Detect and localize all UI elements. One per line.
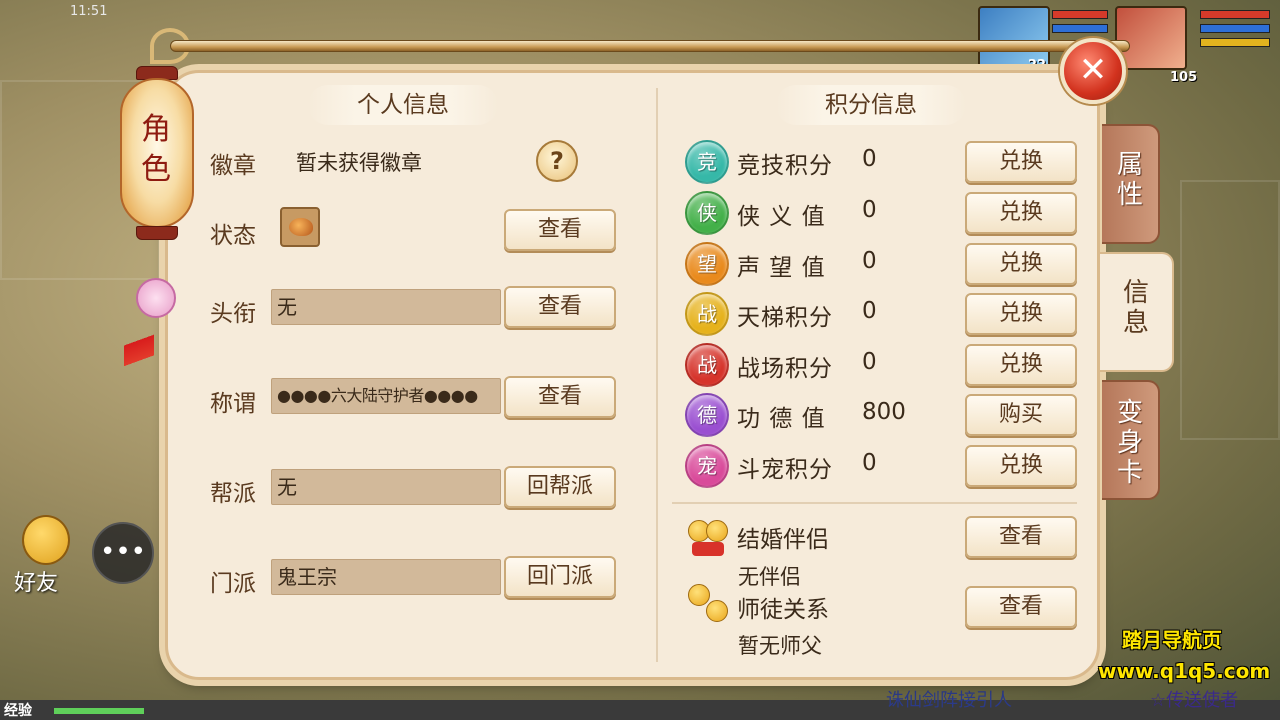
score-label: 斗宠积分 xyxy=(737,457,833,483)
state-label: 状态 xyxy=(210,223,256,249)
score-badge-icon: 竞 xyxy=(685,140,729,184)
appellation-label: 称谓 xyxy=(210,391,256,417)
marriage-icon xyxy=(686,516,730,560)
title-field: 无 xyxy=(271,289,501,325)
guild-label: 帮派 xyxy=(210,481,256,507)
score-label: 天梯积分 xyxy=(737,305,833,331)
pet-hp-bar xyxy=(1200,10,1270,19)
score-exchange-button[interactable]: 兑换 xyxy=(965,192,1077,234)
tab-info-label: 信息 xyxy=(1123,278,1150,338)
score-value: 0 xyxy=(862,146,877,172)
return-sect-button[interactable]: 回门派 xyxy=(504,556,616,598)
sect-field: 鬼王宗 xyxy=(271,559,501,595)
tab-attributes-label: 属性 xyxy=(1117,150,1144,210)
score-label: 竞技积分 xyxy=(737,153,833,179)
player-mp-bar xyxy=(1052,24,1108,33)
background-tile xyxy=(1180,180,1280,440)
sect-label: 门派 xyxy=(210,571,256,597)
state-view-button[interactable]: 查看 xyxy=(504,209,616,251)
mentor-value: 暂无师父 xyxy=(738,634,822,658)
mentor-icon xyxy=(686,582,730,626)
score-exchange-button[interactable]: 兑换 xyxy=(965,344,1077,386)
lantern-title-text: 角色 xyxy=(141,112,171,187)
score-badge-icon: 望 xyxy=(685,242,729,286)
exp-label: 经验 xyxy=(4,703,32,719)
food-buff-icon[interactable] xyxy=(280,207,320,247)
pet-level: 105 xyxy=(1170,70,1198,85)
close-button[interactable]: ✕ xyxy=(1060,38,1126,104)
panel-divider xyxy=(656,88,658,662)
title-label: 头衔 xyxy=(210,301,256,327)
scene-npc-label-right: ☆传送使者 xyxy=(1150,690,1239,711)
score-badge-icon: 德 xyxy=(685,393,729,437)
friend-icon xyxy=(22,515,70,565)
badge-help-button[interactable]: ? xyxy=(536,140,578,182)
decorative-rod xyxy=(170,40,1130,52)
score-label: 战场积分 xyxy=(737,356,833,382)
marriage-label: 结婚伴侣 xyxy=(737,527,829,553)
exp-bar-fill xyxy=(54,708,144,714)
tab-info[interactable]: 信息 xyxy=(1100,252,1174,372)
personal-info-header: 个人信息 xyxy=(308,85,498,125)
badge-label: 徽章 xyxy=(210,153,256,179)
charm-ornament xyxy=(136,278,176,318)
return-guild-button[interactable]: 回帮派 xyxy=(504,466,616,508)
pet-mp-bar xyxy=(1200,24,1270,33)
exp-bar xyxy=(0,700,1280,720)
score-value: 0 xyxy=(862,450,877,476)
pet-exp-bar xyxy=(1200,38,1270,47)
score-value: 800 xyxy=(862,399,906,425)
score-label: 侠 义 值 xyxy=(737,204,826,230)
chat-button[interactable]: ••• xyxy=(92,522,154,584)
lantern-title: 角色 xyxy=(118,66,196,246)
score-label: 声 望 值 xyxy=(737,255,826,281)
score-exchange-button[interactable]: 购买 xyxy=(965,394,1077,436)
pet-portrait[interactable] xyxy=(1115,6,1187,70)
friend-label: 好友 xyxy=(14,571,59,596)
tassel-ornament xyxy=(124,318,154,376)
tab-transform-card-label: 变身卡 xyxy=(1117,398,1144,488)
score-badge-icon: 战 xyxy=(685,292,729,336)
marriage-value: 无伴侣 xyxy=(738,565,801,589)
status-bar-time: 11:51 xyxy=(70,4,108,19)
watermark-url: www.q1q5.com xyxy=(1098,659,1271,683)
score-badge-icon: 战 xyxy=(685,343,729,387)
player-hp-bar xyxy=(1052,10,1108,19)
appellation-view-button[interactable]: 查看 xyxy=(504,376,616,418)
friend-button[interactable]: 好友 xyxy=(8,515,80,596)
score-value: 0 xyxy=(862,197,877,223)
scene-npc-label: 诛仙剑阵接引人 xyxy=(886,690,1012,711)
score-label: 功 德 值 xyxy=(737,406,826,432)
score-badge-icon: 侠 xyxy=(685,191,729,235)
marriage-view-button[interactable]: 查看 xyxy=(965,516,1077,558)
title-view-button[interactable]: 查看 xyxy=(504,286,616,328)
score-value: 0 xyxy=(862,349,877,375)
score-exchange-button[interactable]: 兑换 xyxy=(965,141,1077,183)
guild-field: 无 xyxy=(271,469,501,505)
score-badge-icon: 宠 xyxy=(685,444,729,488)
watermark-title: 踏月导航页 xyxy=(1122,628,1222,652)
tab-transform-card[interactable]: 变身卡 xyxy=(1102,380,1160,500)
score-exchange-button[interactable]: 兑换 xyxy=(965,293,1077,335)
appellation-field: ●●●●六大陆守护者●●●● xyxy=(271,378,501,414)
score-value: 0 xyxy=(862,298,877,324)
mentor-label: 师徒关系 xyxy=(737,597,829,623)
badge-value: 暂未获得徽章 xyxy=(296,151,422,175)
mentor-view-button[interactable]: 查看 xyxy=(965,586,1077,628)
score-divider xyxy=(672,502,1077,504)
tab-attributes[interactable]: 属性 xyxy=(1102,124,1160,244)
score-exchange-button[interactable]: 兑换 xyxy=(965,445,1077,487)
score-value: 0 xyxy=(862,248,877,274)
score-exchange-button[interactable]: 兑换 xyxy=(965,243,1077,285)
score-info-header: 积分信息 xyxy=(776,85,966,125)
